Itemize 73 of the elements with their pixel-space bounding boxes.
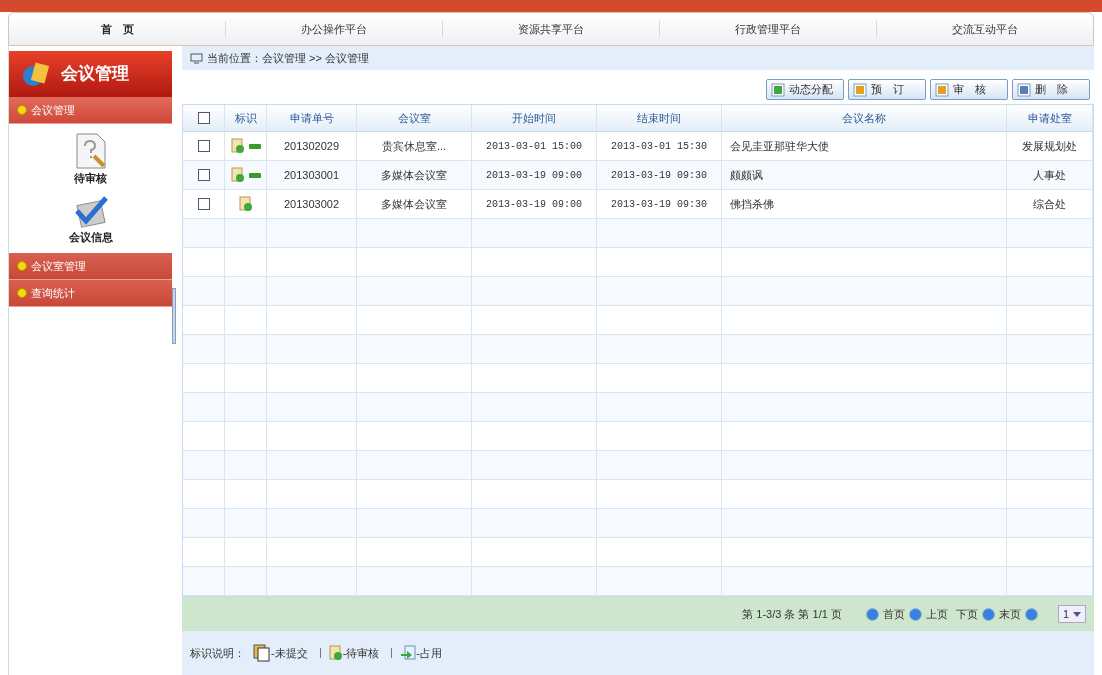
column-header: 申请单号	[267, 105, 357, 131]
documents-icon	[253, 644, 271, 662]
legend-label: -未提交	[271, 645, 308, 661]
table-cell: 2013-03-19 09:00	[472, 161, 597, 189]
table-cell: 发展规划处	[1007, 132, 1093, 160]
row-checkbox[interactable]	[197, 169, 210, 181]
row-checkbox[interactable]	[197, 198, 210, 210]
document-check-icon	[328, 645, 343, 661]
table-cell: 佛挡杀佛	[722, 190, 1007, 218]
previous-icon[interactable]	[908, 607, 922, 621]
nav-tab[interactable]: 资源共享平台	[506, 20, 596, 38]
next-page-link[interactable]: 下页	[955, 605, 978, 623]
breadcrumb: 当前位置：会议管理 >> 会议管理	[207, 50, 369, 66]
table-cell: 人事处	[1007, 161, 1093, 189]
toolbar-button[interactable]: 删 除	[1012, 79, 1090, 100]
previous-page-link[interactable]: 上页	[925, 605, 948, 623]
select-all-checkbox[interactable]	[197, 112, 210, 124]
column-header: 结束时间	[597, 105, 722, 131]
bullet-icon	[17, 288, 27, 298]
toolbar-button[interactable]: 动态分配	[766, 79, 844, 100]
first-page-link[interactable]: 首页	[882, 605, 905, 623]
column-header: 开始时间	[472, 105, 597, 131]
legend-label: -待审核	[342, 645, 380, 661]
column-header: 申请处室	[1007, 105, 1093, 131]
first-page-icon[interactable]	[865, 607, 879, 621]
table-cell: 201303002	[267, 190, 357, 218]
table-cell: 会见圭亚那驻华大使	[722, 132, 1007, 160]
sidebar-section[interactable]: 查询统计	[9, 280, 173, 307]
toolbar-button[interactable]: 预 订	[848, 79, 926, 100]
row-checkbox[interactable]	[197, 140, 210, 152]
table-cell: 贵宾休息室...	[357, 132, 472, 160]
checkmark-icon	[72, 194, 109, 229]
document-check-icon	[230, 167, 245, 183]
table-cell: 2013-03-19 09:30	[597, 190, 722, 218]
monitor-icon	[190, 52, 203, 64]
page-select[interactable]: 1	[1057, 605, 1086, 623]
arrow-document-icon	[400, 645, 417, 661]
legend-label: -占用	[416, 645, 442, 661]
bullet-icon	[17, 261, 27, 271]
sidebar-item[interactable]: 待审核	[73, 132, 108, 187]
dropdown-caret-icon	[1073, 611, 1081, 617]
sidebar-item[interactable]: 会议信息	[68, 194, 113, 245]
legend-title: 标识说明：	[190, 645, 245, 661]
page-summary: 第 1-3/3 条 第 1/1 页	[742, 606, 842, 622]
table-cell: 2013-03-01 15:00	[472, 132, 597, 160]
table-cell: 综合处	[1007, 190, 1093, 218]
document-check-icon	[238, 196, 253, 212]
nav-tab[interactable]: 首 页	[88, 20, 146, 38]
table-cell: 颇颇讽	[722, 161, 1007, 189]
column-header: 会议室	[357, 105, 472, 131]
table-cell: 201302029	[267, 132, 357, 160]
table-cell: 2013-03-19 09:00	[472, 190, 597, 218]
sidebar-section[interactable]: 会议管理	[9, 97, 173, 124]
toolbar-button[interactable]: 审 核	[930, 79, 1008, 100]
nav-tab[interactable]: 交流互动平台	[940, 20, 1030, 38]
sidebar-title: 会议管理	[61, 63, 129, 86]
bullet-icon	[17, 105, 27, 115]
document-check-icon	[230, 138, 245, 154]
document-question-icon	[73, 132, 108, 170]
table-cell: 2013-03-19 09:30	[597, 161, 722, 189]
last-page-icon[interactable]	[1024, 607, 1038, 621]
next-icon[interactable]	[981, 607, 995, 621]
last-page-link[interactable]: 末页	[998, 605, 1021, 623]
nav-tab[interactable]: 行政管理平台	[723, 20, 813, 38]
nav-tab[interactable]: 办公操作平台	[289, 20, 379, 38]
table-cell: 多媒体会议室	[357, 190, 472, 218]
column-header: 标识	[225, 105, 267, 131]
table-cell: 201303001	[267, 161, 357, 189]
table-cell: 多媒体会议室	[357, 161, 472, 189]
sidebar-section[interactable]: 会议室管理	[9, 253, 173, 280]
collapse-handle[interactable]	[172, 287, 177, 344]
column-header: 会议名称	[722, 105, 1007, 131]
table-cell: 2013-03-01 15:30	[597, 132, 722, 160]
